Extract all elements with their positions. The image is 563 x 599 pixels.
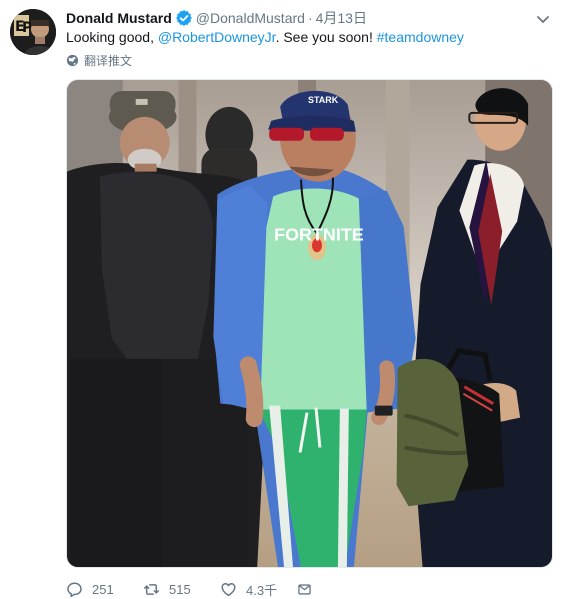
tweet-text: Looking good, @RobertDowneyJr. See you s… [66, 28, 551, 46]
author-name[interactable]: Donald Mustard [66, 10, 172, 26]
avatar-image: E P [10, 9, 56, 55]
tweet-actions: 251 515 4.3千 [66, 580, 321, 598]
hashtag-link[interactable]: #teamdowney [377, 29, 464, 45]
translate-label: 翻译推文 [84, 53, 133, 68]
like-button[interactable]: 4.3千 [220, 580, 297, 599]
retweet-button[interactable]: 515 [143, 581, 220, 598]
separator-dot: · [307, 10, 313, 26]
tweet-text-part: Looking good, [66, 29, 158, 45]
like-count: 4.3千 [246, 582, 278, 598]
reply-count: 251 [92, 581, 114, 597]
mention-link[interactable]: @RobertDowneyJr [158, 29, 276, 45]
tweet-date[interactable]: 4月13日 [316, 8, 367, 28]
heart-icon [221, 582, 236, 596]
tweet-photo[interactable]: FORTNITE STARK [66, 79, 553, 568]
author-avatar[interactable]: E P [10, 9, 56, 55]
envelope-icon [298, 583, 311, 595]
globe-icon [66, 54, 79, 66]
photo-scene: FORTNITE STARK [67, 80, 552, 567]
direct-message-button[interactable] [297, 581, 321, 598]
chevron-down-icon[interactable] [535, 11, 551, 27]
verified-badge-icon [175, 10, 192, 26]
reply-icon [67, 582, 82, 597]
tweet-header: Donald Mustard @DonaldMustard · 4月13日 [66, 8, 551, 28]
translate-tweet-link[interactable]: 翻译推文 [66, 52, 132, 68]
tweet-card: E P Donald Mustard @DonaldMustard · 4月13… [0, 0, 563, 599]
reply-button[interactable]: 251 [66, 581, 143, 598]
retweet-icon [143, 583, 160, 595]
author-handle[interactable]: @DonaldMustard [196, 10, 305, 26]
stark-cap-text: STARK [308, 95, 339, 105]
retweet-count: 515 [169, 581, 191, 597]
fortnite-shirt-logo: FORTNITE [274, 224, 364, 244]
tweet-text-part: . See you soon! [275, 29, 377, 45]
svg-text:P: P [22, 20, 32, 36]
